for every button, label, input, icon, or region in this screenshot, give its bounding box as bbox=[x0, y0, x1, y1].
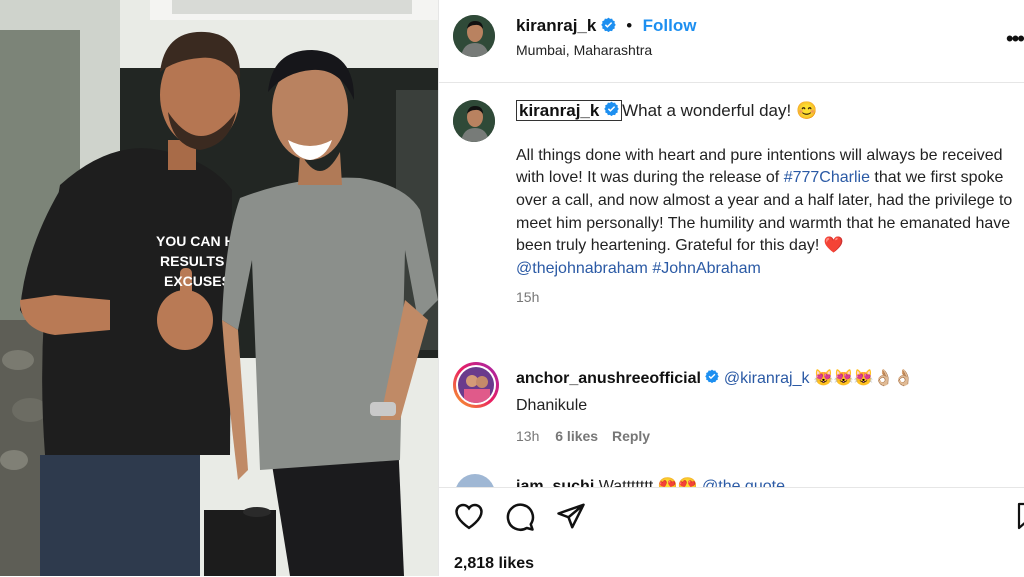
caption-lead-text: What a wonderful day! 😊 bbox=[622, 101, 818, 120]
mention-thejohnabraham[interactable]: @thejohnabraham bbox=[516, 260, 648, 277]
caption-tags-row: @thejohnabraham #JohnAbraham bbox=[516, 258, 1021, 281]
commenter-avatar-image bbox=[458, 367, 494, 403]
comment-1-header: anchor_anushreeofficial @kiranraj_k 😻😻😻👌… bbox=[516, 368, 1016, 388]
author-username[interactable]: kiranraj_k bbox=[516, 16, 596, 35]
heart-icon[interactable] bbox=[454, 502, 484, 535]
caption-avatar-image bbox=[453, 100, 495, 142]
verified-badge-icon bbox=[705, 369, 720, 388]
follow-button[interactable]: Follow bbox=[643, 16, 697, 35]
caption-lead-row: kiranraj_k What a wonderful day! 😊 bbox=[516, 100, 1021, 123]
comment-1: anchor_anushreeofficial @kiranraj_k 😻😻😻👌… bbox=[516, 368, 1016, 444]
post-caption: kiranraj_k What a wonderful day! 😊 All t… bbox=[516, 100, 1021, 309]
comment-icon[interactable] bbox=[505, 502, 535, 537]
post-photo[interactable]: YOU CAN HAVE RESULTS OR EXCUSES bbox=[0, 0, 438, 576]
hashtag-johnabraham[interactable]: #JohnAbraham bbox=[652, 260, 761, 277]
comment-1-likes[interactable]: 6 likes bbox=[555, 428, 598, 444]
shirt-text-line3: EXCUSES bbox=[164, 273, 231, 289]
dot-separator: • bbox=[626, 16, 633, 35]
more-icon[interactable]: ••• bbox=[1006, 26, 1024, 52]
caption-avatar[interactable] bbox=[453, 100, 495, 142]
comment-1-text: Dhanikule bbox=[516, 397, 588, 415]
verified-badge-icon bbox=[601, 17, 616, 37]
comment-1-emojis: 😻😻😻👌🏼👌🏼 bbox=[813, 370, 914, 387]
post-panel: kiranraj_k • Follow Mumbai, Maharashtra … bbox=[438, 0, 1024, 577]
comment-2-avatar[interactable] bbox=[455, 474, 495, 488]
heart-emoji: ❤️ bbox=[823, 237, 844, 255]
post-header: kiranraj_k • Follow Mumbai, Maharashtra … bbox=[439, 0, 1024, 83]
commenter-avatar-ring[interactable] bbox=[453, 362, 499, 408]
comment-2-clipped: iam_suchi Wattttttt 😍😍 @the.quote bbox=[439, 470, 1024, 488]
commenter-avatar bbox=[458, 367, 494, 403]
post-location[interactable]: Mumbai, Maharashtra bbox=[516, 42, 652, 58]
likes-count[interactable]: 2,818 likes bbox=[454, 555, 534, 573]
avatar-image bbox=[453, 15, 495, 57]
comment-1-time[interactable]: 13h bbox=[516, 428, 539, 444]
photo-illustration: YOU CAN HAVE RESULTS OR EXCUSES bbox=[0, 0, 438, 576]
comment-1-meta: 13h 6 likes Reply bbox=[516, 428, 1016, 444]
verified-badge-icon bbox=[604, 100, 619, 123]
comment-1-mention[interactable]: @kiranraj_k bbox=[724, 370, 810, 387]
author-avatar[interactable] bbox=[453, 15, 495, 57]
caption-username[interactable]: kiranraj_k bbox=[519, 101, 599, 120]
caption-body: All things done with heart and pure inte… bbox=[516, 145, 1021, 258]
comment-1-reply-button[interactable]: Reply bbox=[612, 428, 650, 444]
bookmark-icon[interactable] bbox=[1017, 502, 1024, 535]
hashtag-777charlie[interactable]: #777Charlie bbox=[784, 169, 870, 186]
share-icon[interactable] bbox=[556, 502, 586, 535]
comment-1-username[interactable]: anchor_anushreeofficial bbox=[516, 370, 701, 387]
header-name-row: kiranraj_k • Follow bbox=[516, 16, 696, 37]
caption-timestamp[interactable]: 15h bbox=[516, 286, 1021, 309]
caption-username-highlight: kiranraj_k bbox=[516, 100, 623, 123]
